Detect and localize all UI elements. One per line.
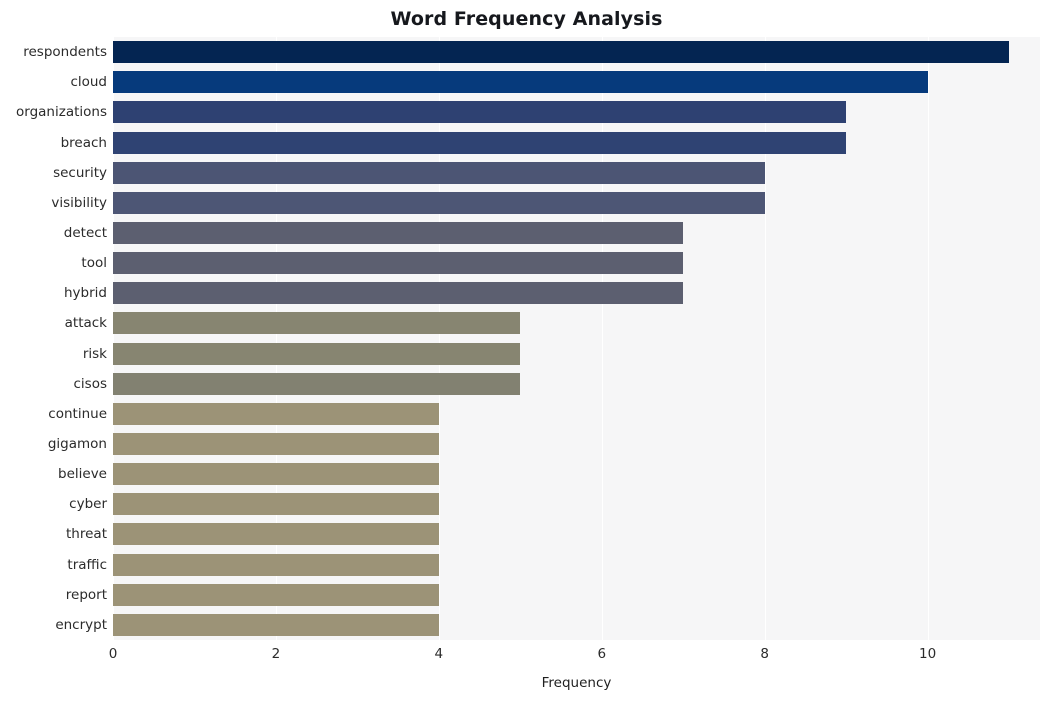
plot-area <box>113 37 1040 640</box>
bar-cisos <box>113 372 521 395</box>
bar-risk <box>113 342 521 365</box>
bar-row <box>113 191 1040 214</box>
y-tick-label-cisos: cisos <box>73 375 108 392</box>
y-tick-label-threat: threat <box>66 526 107 543</box>
x-tick-label-0: 0 <box>108 646 118 662</box>
y-tick-label-hybrid: hybrid <box>64 285 107 302</box>
x-tick-label-10: 10 <box>918 646 937 662</box>
bar-cyber <box>113 493 439 516</box>
bar-gigamon <box>113 433 439 456</box>
y-tick-label-breach: breach <box>60 134 107 151</box>
x-tick-label-4: 4 <box>434 646 444 662</box>
bar-hybrid <box>113 282 684 305</box>
bar-row <box>113 342 1040 365</box>
bar-row <box>113 131 1040 154</box>
bar-row <box>113 101 1040 124</box>
bar-respondents <box>113 41 1010 64</box>
y-tick-label-visibility: visibility <box>51 194 107 211</box>
gridline-x-5 <box>927 37 929 640</box>
y-tick-label-cyber: cyber <box>69 496 107 513</box>
bar-row <box>113 523 1040 546</box>
bar-visibility <box>113 191 765 214</box>
bar-row <box>113 583 1040 606</box>
y-tick-label-believe: believe <box>58 466 107 483</box>
y-tick-label-respondents: respondents <box>23 44 107 61</box>
x-tick-label-6: 6 <box>597 646 607 662</box>
bar-row <box>113 312 1040 335</box>
bar-row <box>113 433 1040 456</box>
bar-attack <box>113 312 521 335</box>
bar-row <box>113 282 1040 305</box>
gridline-x-3 <box>601 37 603 640</box>
bar-report <box>113 583 439 606</box>
bar-row <box>113 553 1040 576</box>
bar-threat <box>113 523 439 546</box>
y-tick-label-cloud: cloud <box>70 74 107 91</box>
y-tick-label-traffic: traffic <box>67 556 107 573</box>
y-tick-label-security: security <box>53 164 107 181</box>
y-tick-label-risk: risk <box>82 345 107 362</box>
y-tick-label-report: report <box>65 586 107 603</box>
bar-breach <box>113 131 847 154</box>
bar-row <box>113 402 1040 425</box>
chart-title: Word Frequency Analysis <box>390 8 663 30</box>
gridline-x-0 <box>113 37 114 640</box>
y-tick-label-detect: detect <box>63 224 107 241</box>
word-frequency-chart-figure: Word Frequency Analysis respondents cloud… <box>0 0 1053 701</box>
y-tick-label-gigamon: gigamon <box>47 436 107 453</box>
gridline-x-1 <box>275 37 277 640</box>
gridline-x-4 <box>764 37 766 640</box>
bar-row <box>113 463 1040 486</box>
bar-security <box>113 161 765 184</box>
y-axis-tick-labels: respondents cloud organizations breach secur… <box>0 37 107 640</box>
bar-row <box>113 613 1040 636</box>
bar-row <box>113 71 1040 94</box>
bar-believe <box>113 463 439 486</box>
bar-row <box>113 161 1040 184</box>
bar-row <box>113 372 1040 395</box>
bar-row <box>113 221 1040 244</box>
x-axis-tick-labels: 0 2 4 6 8 10 <box>0 644 1053 666</box>
bar-row <box>113 493 1040 516</box>
y-tick-label-attack: attack <box>64 315 107 332</box>
x-tick-label-8: 8 <box>760 646 769 662</box>
y-tick-label-organizations: organizations <box>16 104 107 121</box>
bar-tool <box>113 252 684 275</box>
y-tick-label-tool: tool <box>81 255 107 272</box>
bar-cloud <box>113 71 928 94</box>
bar-encrypt <box>113 613 439 636</box>
gridline-x-2 <box>438 37 440 640</box>
bar-continue <box>113 402 439 425</box>
bar-row <box>113 252 1040 275</box>
bar-organizations <box>113 101 847 124</box>
bar-detect <box>113 221 684 244</box>
bar-row <box>113 41 1040 64</box>
y-tick-label-continue: continue <box>48 405 107 422</box>
x-tick-label-2: 2 <box>271 646 281 662</box>
y-tick-label-encrypt: encrypt <box>55 616 107 633</box>
x-axis-label: Frequency <box>541 675 612 691</box>
bar-traffic <box>113 553 439 576</box>
